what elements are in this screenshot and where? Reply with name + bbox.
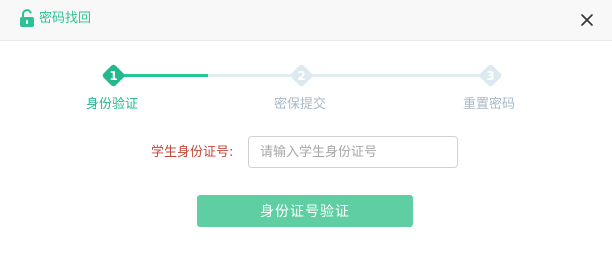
student-id-row: 学生身份证号: [0,136,612,170]
progress-track [208,74,490,77]
step-progress: 1 2 3 身份验证 密保提交 重置密码 [0,60,612,120]
step-3-marker: 3 [477,62,504,89]
dialog-header: 密码找回 [0,0,612,41]
step-1-number: 1 [109,69,117,83]
verify-id-button[interactable]: 身份证号验证 [197,195,413,227]
step-2-marker: 2 [288,62,315,89]
step-1-label: 身份验证 [86,97,139,112]
progress-fill [118,74,208,77]
password-recovery-dialog: 密码找回 1 2 3 身份验证 密保提交 重置密码 学生身份证号: 请输入学生身… [0,0,612,253]
step-3-label: 重置密码 [463,97,516,112]
step-2-label: 密保提交 [274,97,327,112]
unlock-padlock-icon [19,9,35,27]
step-3-number: 3 [486,69,494,83]
step-1-marker: 1 [100,62,127,89]
step-2-number: 2 [297,69,305,83]
student-id-label: 学生身份证号: [151,145,234,160]
close-icon[interactable] [578,11,596,29]
dialog-title: 密码找回 [39,11,92,26]
student-id-input[interactable] [248,136,458,168]
